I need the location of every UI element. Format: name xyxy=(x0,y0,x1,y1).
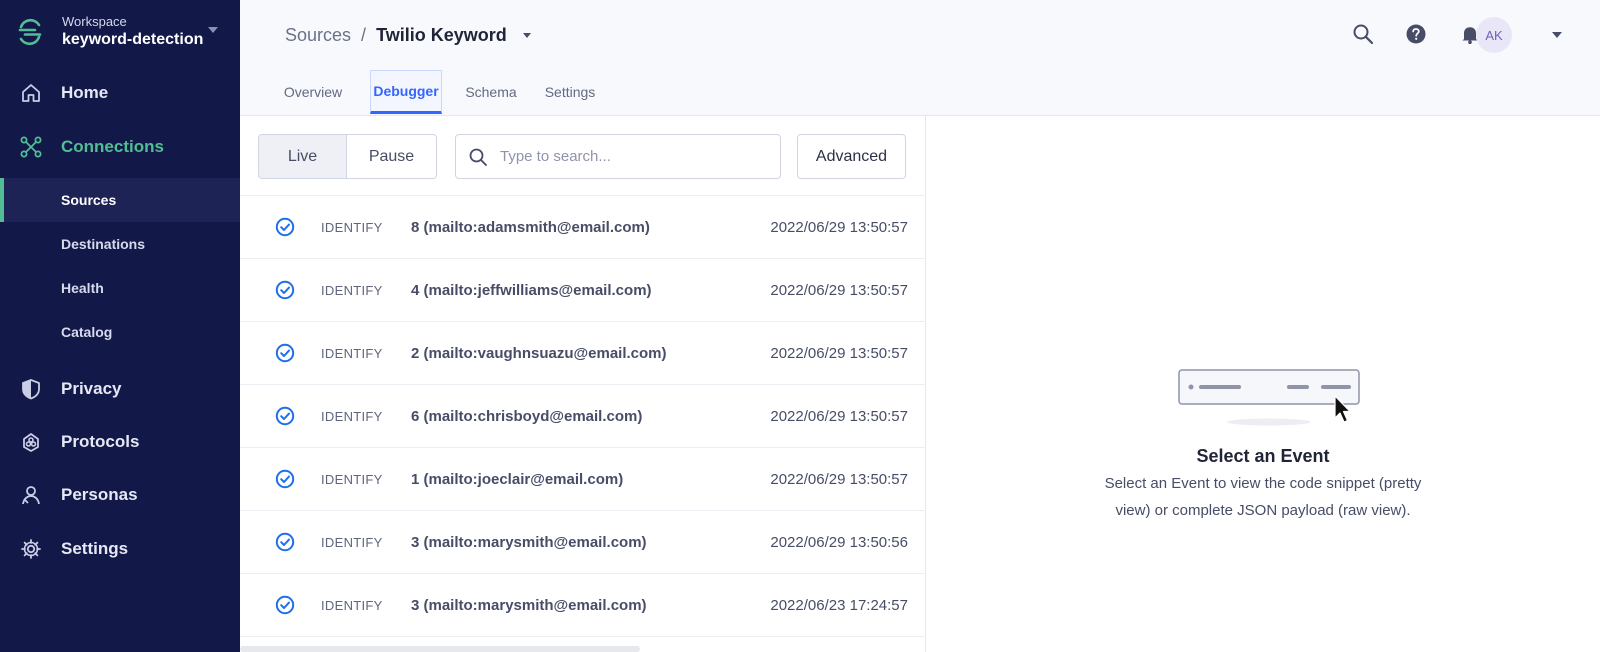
table-row[interactable]: IDENTIFY 1 (mailto:joeclair@email.com) 202… xyxy=(240,448,926,511)
check-circle-icon xyxy=(275,406,295,426)
event-name: 1 (mailto:joeclair@email.com) xyxy=(411,470,624,488)
event-type: IDENTIFY xyxy=(321,408,383,424)
table-row[interactable]: IDENTIFY 8 (mailto:adamsmith@email.com) 20… xyxy=(240,196,926,259)
table-row[interactable]: IDENTIFY 2 (mailto:vaughnsuazu@email.com)… xyxy=(240,322,926,385)
nav-item-label: Settings xyxy=(61,539,129,558)
event-type: IDENTIFY xyxy=(321,345,383,361)
search-box xyxy=(455,134,781,179)
tab-settings[interactable]: Settings xyxy=(540,70,600,114)
event-name: 8 (mailto:adamsmith@email.com) xyxy=(411,218,650,236)
avatar[interactable]: AK xyxy=(1476,17,1512,53)
breadcrumb: Sources / Twilio Keyword xyxy=(285,24,531,46)
table-row[interactable]: IDENTIFY 3 (mailto:marysmith@email.com) 20… xyxy=(240,511,926,574)
pause-button[interactable]: Pause xyxy=(347,135,436,178)
event-name: 3 (mailto:marysmith@email.com) xyxy=(411,596,647,614)
protocols-icon xyxy=(20,431,42,453)
table-row[interactable]: IDENTIFY 4 (mailto:jeffwilliams@email.com… xyxy=(240,259,926,322)
event-type: IDENTIFY xyxy=(321,471,383,487)
breadcrumb-separator: / xyxy=(361,24,367,45)
horizontal-scrollbar[interactable] xyxy=(240,646,640,652)
shield-icon xyxy=(20,378,42,400)
tab-overview[interactable]: Overview xyxy=(281,70,345,114)
event-timestamp: 2022/06/29 13:50:56 xyxy=(770,533,908,551)
event-type: IDENTIFY xyxy=(321,534,383,550)
sidebar-item-destinations[interactable]: Destinations xyxy=(0,222,240,266)
check-circle-icon xyxy=(275,595,295,615)
event-timestamp: 2022/06/23 17:24:57 xyxy=(770,596,908,614)
sidebar-item-sources[interactable]: Sources xyxy=(0,178,240,222)
person-icon xyxy=(20,484,42,506)
nav-item-label: Protocols xyxy=(61,432,140,451)
check-circle-icon xyxy=(275,217,295,237)
chevron-down-icon[interactable] xyxy=(522,32,531,38)
help-icon[interactable] xyxy=(1404,22,1428,46)
live-button[interactable]: Live xyxy=(259,135,348,178)
nav-item-label: Personas xyxy=(61,485,138,504)
search-icon xyxy=(469,148,487,166)
tab-schema[interactable]: Schema xyxy=(462,70,520,114)
nav-item-label: Home xyxy=(61,83,109,102)
nav-item-label: Connections xyxy=(61,137,164,156)
event-timestamp: 2022/06/29 13:50:57 xyxy=(770,281,908,299)
event-list-panel: Live Pause Advanced IDENTIFY 8 (mailto:ad… xyxy=(240,116,926,652)
nav-item-protocols[interactable]: Protocols xyxy=(0,415,240,469)
chevron-down-icon[interactable] xyxy=(1552,32,1562,38)
debugger-toolbar: Live Pause Advanced xyxy=(240,116,926,196)
nav-item-connections[interactable]: Connections xyxy=(0,120,240,174)
connections-icon xyxy=(20,136,42,158)
advanced-button[interactable]: Advanced xyxy=(797,134,906,179)
event-timestamp: 2022/06/29 13:50:57 xyxy=(770,470,908,488)
event-timestamp: 2022/06/29 13:50:57 xyxy=(770,344,908,362)
sidebar-item-health[interactable]: Health xyxy=(0,266,240,310)
sidebar-item-catalog[interactable]: Catalog xyxy=(0,310,240,354)
workspace-label: Workspace xyxy=(62,14,127,29)
event-name: 3 (mailto:marysmith@email.com) xyxy=(411,533,647,551)
event-detail-panel: Select an Event Select an Event to view … xyxy=(926,116,1600,652)
search-input[interactable] xyxy=(500,148,760,165)
page-title: Twilio Keyword xyxy=(376,24,507,45)
event-timestamp: 2022/06/29 13:50:57 xyxy=(770,218,908,236)
table-row[interactable]: IDENTIFY 3 (mailto:marysmith@email.com) 20… xyxy=(240,574,926,637)
nav-item-personas[interactable]: Personas xyxy=(0,468,240,522)
event-type: IDENTIFY xyxy=(321,597,383,613)
check-circle-icon xyxy=(275,280,295,300)
home-icon xyxy=(20,82,42,104)
event-name: 4 (mailto:jeffwilliams@email.com) xyxy=(411,281,652,299)
event-timestamp: 2022/06/29 13:50:57 xyxy=(770,407,908,425)
workspace-switcher[interactable]: Workspace keyword-detection xyxy=(0,0,240,64)
check-circle-icon xyxy=(275,532,295,552)
event-name: 2 (mailto:vaughnsuazu@email.com) xyxy=(411,344,667,362)
empty-state-illustration xyxy=(1178,369,1360,426)
chevron-down-icon xyxy=(208,27,218,33)
search-icon[interactable] xyxy=(1351,22,1375,46)
check-circle-icon xyxy=(275,343,295,363)
gear-icon xyxy=(20,538,42,560)
empty-state-description: Select an Event to view the code snippet… xyxy=(1104,475,1422,519)
sidebar: Workspace keyword-detection Home Connect… xyxy=(0,0,240,652)
page-header: Sources / Twilio Keyword AK Overview Deb… xyxy=(240,0,1600,116)
segment-logo-icon xyxy=(18,18,42,46)
tab-debugger[interactable]: Debugger xyxy=(370,70,442,114)
empty-state-title: Select an Event xyxy=(1196,446,1330,466)
nav-item-settings[interactable]: Settings xyxy=(0,522,240,576)
event-type: IDENTIFY xyxy=(321,282,383,298)
nav-item-privacy[interactable]: Privacy xyxy=(0,362,240,416)
breadcrumb-sources-link[interactable]: Sources xyxy=(285,25,351,46)
workspace-name: keyword-detection xyxy=(62,31,204,48)
nav-item-label: Privacy xyxy=(61,379,122,398)
table-row[interactable]: IDENTIFY 6 (mailto:chrisboyd@email.com) 20… xyxy=(240,385,926,448)
nav-item-home[interactable]: Home xyxy=(0,66,240,120)
event-name: 6 (mailto:chrisboyd@email.com) xyxy=(411,407,643,425)
live-pause-toggle: Live Pause xyxy=(258,134,437,179)
check-circle-icon xyxy=(275,469,295,489)
event-type: IDENTIFY xyxy=(321,219,383,235)
